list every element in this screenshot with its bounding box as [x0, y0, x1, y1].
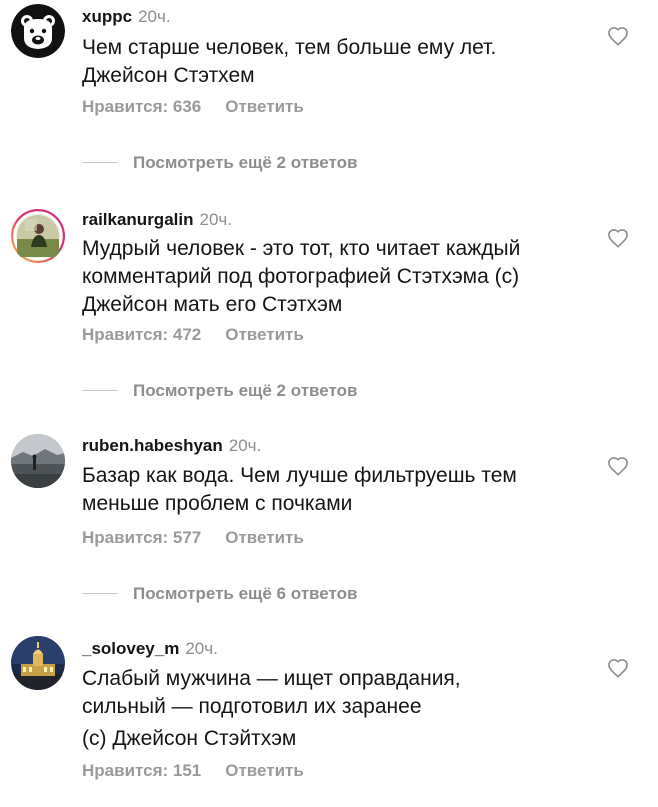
comment-header: railkanurgalin 20ч. [82, 210, 232, 231]
comment-text-line: Чем старше человек, тем больше ему лет. [82, 36, 497, 59]
heart-icon[interactable] [607, 228, 629, 248]
username[interactable]: xuppc [82, 7, 132, 26]
comment-text: Чем старше человек, тем больше ему лет. … [82, 34, 592, 90]
comment-header: xuppc 20ч. [82, 7, 171, 28]
person-photo-avatar [11, 209, 65, 263]
comment-text-line: меньше проблем с почками [82, 492, 353, 515]
comment-text-line: Джейсон Стэтхем [82, 64, 255, 87]
reply-button[interactable]: Ответить [225, 97, 304, 116]
comment-text-line: Джейсон мать его Стэтхэм [82, 293, 343, 316]
comment-actions: Нравится: 577 Ответить [82, 528, 304, 548]
avatar[interactable] [11, 209, 65, 263]
view-more-replies-label: Посмотреть ещё 6 ответов [133, 584, 358, 603]
divider [82, 592, 118, 594]
likes-count[interactable]: Нравится: 577 [82, 528, 201, 547]
bear-logo-icon [11, 4, 65, 58]
heart-icon[interactable] [607, 26, 629, 46]
timestamp: 20ч. [199, 210, 232, 229]
divider [82, 389, 118, 391]
comment-text: Базар как вода. Чем лучше фильтруешь тем… [82, 462, 592, 518]
avatar[interactable] [11, 636, 65, 690]
view-more-replies-button[interactable]: Посмотреть ещё 6 ответов [82, 584, 357, 604]
comment-text-line: Базар как вода. Чем лучше фильтруешь тем [82, 464, 517, 487]
avatar[interactable] [11, 4, 65, 58]
divider [82, 161, 118, 163]
timestamp: 20ч. [185, 639, 218, 658]
timestamp: 20ч. [228, 436, 262, 455]
reply-button[interactable]: Ответить [225, 325, 304, 344]
building-photo-avatar [11, 636, 65, 690]
comment-text-line: (с) Джейсон Стэйтхэм [82, 727, 297, 750]
reply-button[interactable]: Ответить [225, 761, 304, 780]
view-more-replies-button[interactable]: Посмотреть ещё 2 ответов [82, 381, 357, 401]
landscape-photo-avatar [11, 434, 65, 488]
view-more-replies-label: Посмотреть ещё 2 ответов [133, 381, 358, 400]
view-more-replies-button[interactable]: Посмотреть ещё 2 ответов [82, 153, 357, 173]
likes-count[interactable]: Нравится: 472 [82, 325, 201, 344]
username[interactable]: _solovey_m [82, 639, 179, 658]
comment-actions: Нравится: 472 Ответить [82, 325, 304, 345]
likes-count[interactable]: Нравится: 151 [82, 761, 201, 780]
comment-text-line: сильный — подготовил их заранее [82, 695, 422, 718]
heart-icon[interactable] [607, 658, 629, 678]
heart-icon[interactable] [607, 456, 629, 476]
comment-text-line: Мудрый человек - это тот, кто читает каж… [82, 237, 521, 260]
comment-text: Мудрый человек - это тот, кто читает каж… [82, 235, 592, 319]
comment-text: Слабый мужчина — ищет оправдания, сильны… [82, 665, 592, 753]
reply-button[interactable]: Ответить [225, 528, 304, 547]
avatar[interactable] [11, 434, 65, 488]
comment-header: _solovey_m 20ч. [82, 639, 218, 660]
username[interactable]: railkanurgalin [82, 210, 193, 229]
username[interactable]: ruben.habeshyan [82, 436, 223, 455]
comment-header: ruben.habeshyan 20ч. [82, 436, 261, 457]
comment-actions: Нравится: 151 Ответить [82, 761, 304, 781]
likes-count[interactable]: Нравится: 636 [82, 97, 201, 116]
view-more-replies-label: Посмотреть ещё 2 ответов [133, 153, 358, 172]
timestamp: 20ч. [138, 7, 171, 26]
comment-text-line: комментарий под фотографией Стэтхэма (с) [82, 265, 520, 288]
comment-text-line: Слабый мужчина — ищет оправдания, [82, 667, 461, 690]
comment-actions: Нравится: 636 Ответить [82, 97, 304, 117]
